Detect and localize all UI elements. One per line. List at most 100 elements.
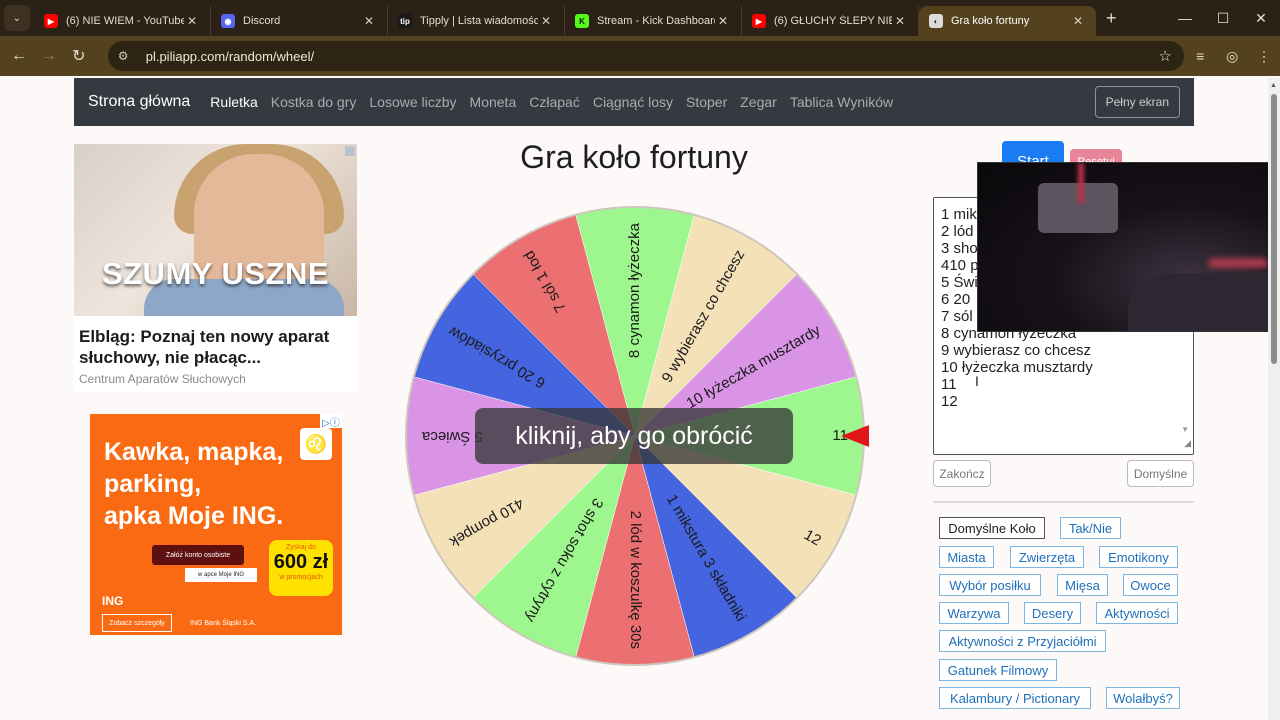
close-icon[interactable]: ✕ [184, 14, 200, 28]
wheel-segment-label: 2 lód w koszulkę 30s [627, 511, 644, 649]
tab-youtube-nie-wiem[interactable]: ▶ (6) NIE WIEM - YouTube ✕ [34, 6, 211, 36]
badge-small-text-2: w promocjach [279, 574, 323, 581]
preset-tak-nie[interactable]: Tak/Nie [1060, 517, 1121, 539]
tab-title: (6) NIE WIEM - YouTube [66, 15, 184, 27]
ad-hearing-aid[interactable]: SZUMY USZNE Elbląg: Poznaj ten nowy apar… [74, 144, 357, 392]
spin-overlay[interactable]: kliknij, aby go obrócić [475, 408, 793, 464]
bookmark-star-icon[interactable]: ☆ [1158, 47, 1184, 65]
ad-details-button[interactable]: Zobacz szczegóły [102, 614, 172, 632]
preset-aktywnosci[interactable]: Aktywności [1096, 602, 1178, 624]
close-icon[interactable]: ✕ [715, 14, 731, 28]
nav-link-ciagnac-losy[interactable]: Ciągnąć losy [593, 94, 673, 110]
preset-aktywnosci-z-przyjaciolmi[interactable]: Aktywności z Przyjaciółmi [939, 630, 1106, 652]
close-icon[interactable]: ✕ [361, 14, 377, 28]
wheel-pointer-icon [841, 425, 869, 447]
wheel-segment-label: 5 Świeca [421, 428, 483, 446]
preset-miesa[interactable]: Mięsa [1057, 574, 1108, 596]
close-window-icon[interactable]: ✕ [1242, 0, 1280, 36]
tab-title: Tipply | Lista wiadomości [420, 15, 538, 27]
preset-wolalbys[interactable]: Wolałbyś? [1106, 687, 1180, 709]
youtube-icon: ▶ [44, 14, 58, 28]
forward-icon[interactable]: → [34, 47, 64, 65]
ad-headline[interactable]: Elbląg: Poznaj ten nowy aparat słuchowy,… [74, 316, 357, 368]
ad-brand: ING [102, 594, 124, 608]
preset-domyslne-kolo[interactable]: Domyślne Koło [939, 517, 1045, 539]
tab-youtube-gluchy[interactable]: ▶ (6) GŁUCHY ŚLEPY NIEMY ✕ [742, 6, 919, 36]
ad-bank-name: ING Bank Śląski S.A. [190, 620, 257, 627]
webcam-overlay [977, 162, 1280, 332]
preset-owoce[interactable]: Owoce [1123, 574, 1178, 596]
nav-link-czlapac[interactable]: Człapać [529, 94, 580, 110]
url-text: pl.piliapp.com/random/wheel/ [145, 48, 315, 64]
media-controls-icon[interactable]: ≡ [1184, 48, 1216, 64]
tab-title: Gra koło fortuny [951, 15, 1030, 27]
close-icon[interactable]: ✕ [1070, 14, 1086, 28]
brand-home-link[interactable]: Strona główna [88, 93, 190, 111]
entry-line: 9 wybierasz co chcesz [941, 342, 1092, 359]
preset-desery[interactable]: Desery [1024, 602, 1081, 624]
close-icon[interactable]: ✕ [892, 14, 908, 28]
ad-line: apka Moje ING. [104, 502, 284, 530]
page-title: Gra koło fortuny [520, 139, 748, 175]
tab-kick-dashboard[interactable]: K Stream - Kick Dashboard ✕ [565, 6, 742, 36]
discord-icon: ◉ [221, 14, 235, 28]
nav-link-losowe-liczby[interactable]: Losowe liczby [369, 94, 456, 110]
preset-kalambury[interactable]: Kalambury / Pictionary [939, 687, 1091, 709]
text-cursor-icon: I [975, 373, 979, 389]
ad-ing-bank[interactable]: ▷ⓘ ♌ Kawka, mapka, parking, apka Moje IN… [90, 414, 342, 635]
back-icon[interactable]: ← [4, 47, 34, 65]
nav-link-stoper[interactable]: Stoper [686, 94, 727, 110]
ing-lion-logo: ♌ [300, 428, 332, 460]
nav-link-ruletka[interactable]: Ruletka [210, 94, 257, 110]
divider [933, 501, 1194, 503]
new-tab-button[interactable]: + [1106, 8, 1117, 29]
ad-cta-button[interactable]: Załóż konto osobiste [152, 545, 244, 565]
nav-link-moneta[interactable]: Moneta [470, 94, 517, 110]
resize-handle-icon[interactable]: ◢ [1184, 435, 1191, 452]
ad-info-icon[interactable]: ▷ⓘ [320, 414, 342, 429]
site-info-icon[interactable]: ⚙ [118, 49, 134, 63]
preset-gatunek-filmowy[interactable]: Gatunek Filmowy [939, 659, 1057, 681]
webcam-object [1128, 273, 1278, 331]
url-field[interactable]: ⚙ pl.piliapp.com/random/wheel/ ☆ [107, 41, 1185, 71]
kick-icon: K [575, 14, 589, 28]
preset-warzywa[interactable]: Warzywa [939, 602, 1009, 624]
page-scrollbar[interactable]: ▲ [1268, 78, 1280, 720]
tab-search-button[interactable]: ⌄ [4, 5, 30, 31]
scrollbar-thumb[interactable] [1271, 94, 1277, 364]
browser-tab-bar: ⌄ ▶ (6) NIE WIEM - YouTube ✕ ◉ Discord ✕… [0, 0, 1280, 36]
ad-banner-text: SZUMY USZNE [101, 256, 330, 291]
nav-link-tablica-wynikow[interactable]: Tablica Wyników [790, 94, 893, 110]
ad-choices-icon[interactable] [345, 146, 355, 156]
tab-tipply[interactable]: tip Tipply | Lista wiadomości ✕ [388, 6, 565, 36]
profile-avatar-icon[interactable]: ◎ [1216, 48, 1248, 65]
maximize-icon[interactable]: ☐ [1204, 0, 1242, 36]
webcam-light [1208, 258, 1268, 268]
fullscreen-button[interactable]: Pełny ekran [1094, 86, 1180, 118]
preset-miasta[interactable]: Miasta [939, 546, 994, 568]
preset-wybor-posilku[interactable]: Wybór posiłku [939, 574, 1041, 596]
scroll-up-icon[interactable]: ▲ [1270, 82, 1277, 89]
youtube-icon: ▶ [752, 14, 766, 28]
tab-discord[interactable]: ◉ Discord ✕ [211, 6, 388, 36]
preset-zwierzeta[interactable]: Zwierzęta [1010, 546, 1084, 568]
menu-kebab-icon[interactable]: ⋮ [1248, 48, 1280, 65]
webcam-light [1078, 163, 1084, 203]
tab-title: Discord [243, 15, 281, 27]
wheel-segment-label: 8 cynamon łyżeczka [626, 222, 643, 358]
ad-line: parking, [104, 470, 202, 498]
nav-link-kostka[interactable]: Kostka do gry [271, 94, 357, 110]
badge-amount: 600 zł [273, 551, 329, 573]
entry-line: 12 [941, 393, 958, 410]
preset-emotikony[interactable]: Emotikony [1099, 546, 1178, 568]
default-button[interactable]: Domyślne [1127, 460, 1194, 487]
tab-gra-kolo-fortuny[interactable]: ◐ Gra koło fortuny ✕ [919, 6, 1096, 36]
minimize-icon[interactable]: — [1166, 0, 1204, 36]
reload-icon[interactable]: ↻ [64, 46, 94, 66]
nav-link-zegar[interactable]: Zegar [740, 94, 777, 110]
tab-title: Stream - Kick Dashboard [597, 15, 715, 27]
tab-strip: ▶ (6) NIE WIEM - YouTube ✕ ◉ Discord ✕ t… [34, 0, 1117, 36]
close-icon[interactable]: ✕ [538, 14, 554, 28]
window-controls: — ☐ ✕ [1166, 0, 1280, 36]
finish-button[interactable]: Zakończ [933, 460, 991, 487]
